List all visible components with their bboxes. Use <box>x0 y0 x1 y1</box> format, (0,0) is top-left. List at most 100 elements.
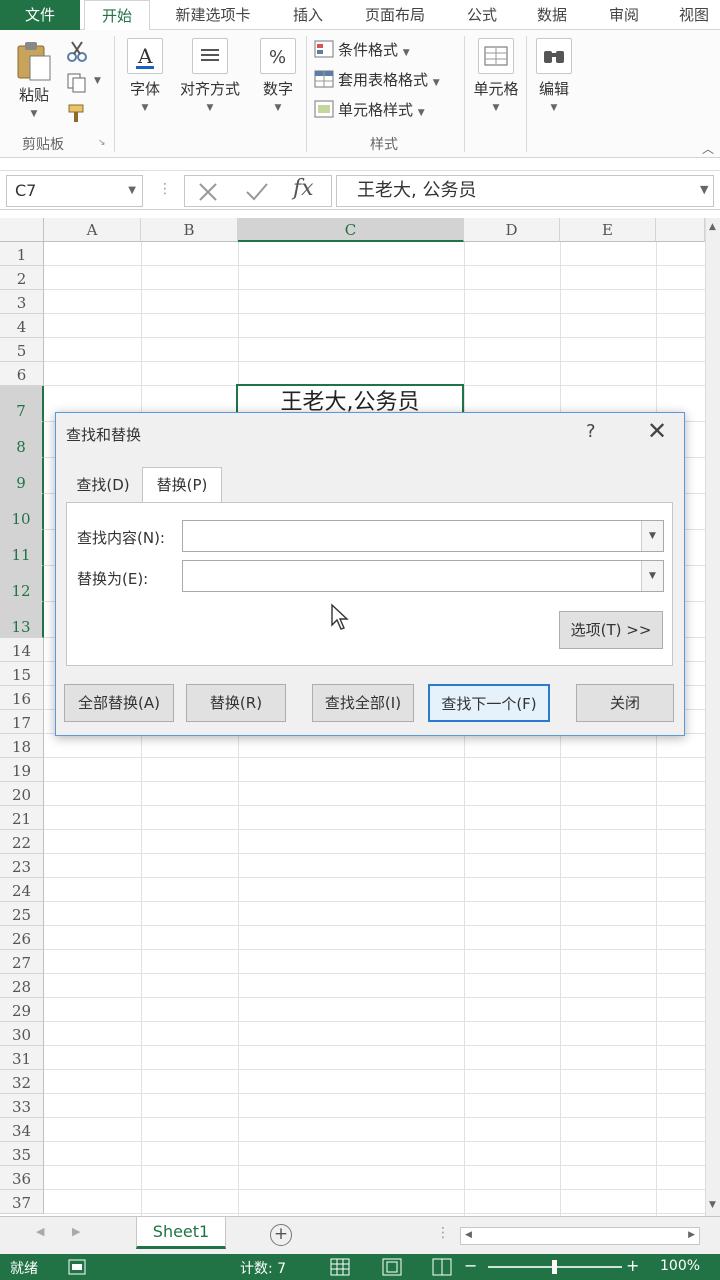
column-header-b[interactable]: B <box>141 218 238 242</box>
find-next-button[interactable]: 查找下一个(F) <box>428 684 550 722</box>
cells-button[interactable]: 单元格 ▼ <box>470 38 522 113</box>
name-box[interactable]: C7 ▼ <box>6 175 143 207</box>
format-painter-icon[interactable] <box>66 102 88 124</box>
scroll-down-icon[interactable]: ▼ <box>709 1200 716 1210</box>
check-icon[interactable] <box>245 181 269 203</box>
row-header[interactable]: 32 <box>0 1070 44 1094</box>
copy-icon[interactable] <box>66 72 88 94</box>
row-header[interactable]: 12 <box>0 566 44 602</box>
chevron-down-icon[interactable]: ▼ <box>641 521 663 551</box>
row-header[interactable]: 13 <box>0 602 44 638</box>
conditional-format-button[interactable]: 条件格式 ▼ <box>314 36 410 64</box>
paste-button[interactable]: 粘贴 ▼ <box>10 40 58 119</box>
sheet-tab-sheet1[interactable]: Sheet1 <box>136 1217 226 1249</box>
find-all-button[interactable]: 查找全部(I) <box>312 684 414 722</box>
chevron-down-icon[interactable]: ▼ <box>641 561 663 591</box>
scroll-up-icon[interactable]: ▲ <box>709 222 716 232</box>
editing-button[interactable]: 编辑 ▼ <box>532 38 576 113</box>
row-header[interactable]: 11 <box>0 530 44 566</box>
font-button[interactable]: A 字体 ▼ <box>122 38 168 113</box>
sheet-next-icon[interactable]: ▶ <box>72 1225 80 1238</box>
tab-file[interactable]: 文件 <box>0 0 80 30</box>
cancel-icon[interactable] <box>197 181 219 203</box>
row-header[interactable]: 1 <box>0 242 44 266</box>
close-button[interactable]: 关闭 <box>576 684 674 722</box>
number-button[interactable]: % 数字 ▼ <box>256 38 300 113</box>
close-icon[interactable]: ✕ <box>642 417 672 445</box>
zoom-slider-thumb[interactable] <box>552 1260 557 1274</box>
tab-page-layout[interactable]: 页面布局 <box>352 0 438 30</box>
tab-data[interactable]: 数据 <box>524 0 580 30</box>
select-all-corner[interactable] <box>0 218 44 242</box>
row-header[interactable]: 26 <box>0 926 44 950</box>
row-header[interactable]: 4 <box>0 314 44 338</box>
formula-input[interactable]: 王老大, 公务员 <box>336 175 714 207</box>
tab-formulas[interactable]: 公式 <box>454 0 510 30</box>
row-header[interactable]: 30 <box>0 1022 44 1046</box>
row-header[interactable]: 6 <box>0 362 44 386</box>
tab-home[interactable]: 开始 <box>84 0 150 31</box>
row-header[interactable]: 34 <box>0 1118 44 1142</box>
tab-new[interactable]: 新建选项卡 <box>160 0 266 30</box>
column-header-f[interactable] <box>656 218 705 242</box>
page-layout-view-icon[interactable] <box>382 1258 402 1276</box>
normal-view-icon[interactable] <box>330 1258 350 1276</box>
row-header[interactable]: 2 <box>0 266 44 290</box>
row-header[interactable]: 16 <box>0 686 44 710</box>
row-header[interactable]: 31 <box>0 1046 44 1070</box>
help-icon[interactable]: ? <box>586 421 596 442</box>
column-header-d[interactable]: D <box>464 218 560 242</box>
row-header[interactable]: 7 <box>0 386 44 422</box>
row-header[interactable]: 5 <box>0 338 44 362</box>
replace-button[interactable]: 替换(R) <box>186 684 286 722</box>
row-header[interactable]: 23 <box>0 854 44 878</box>
replace-with-input[interactable] <box>185 563 635 589</box>
row-header[interactable]: 35 <box>0 1142 44 1166</box>
row-header[interactable]: 8 <box>0 422 44 458</box>
row-header[interactable]: 10 <box>0 494 44 530</box>
row-header[interactable]: 27 <box>0 950 44 974</box>
options-button[interactable]: 选项(T) >> <box>559 611 663 649</box>
collapse-ribbon-icon[interactable]: ︿ <box>702 140 714 157</box>
vertical-scrollbar[interactable]: ▲ ▼ <box>705 218 720 1216</box>
tab-replace[interactable]: 替换(P) <box>142 467 222 503</box>
find-what-field[interactable]: ▼ <box>182 520 664 552</box>
replace-all-button[interactable]: 全部替换(A) <box>64 684 174 722</box>
row-header[interactable]: 19 <box>0 758 44 782</box>
alignment-button[interactable]: 对齐方式 ▼ <box>178 38 242 113</box>
row-header[interactable]: 15 <box>0 662 44 686</box>
replace-with-field[interactable]: ▼ <box>182 560 664 592</box>
row-header[interactable]: 17 <box>0 710 44 734</box>
column-header-a[interactable]: A <box>44 218 141 242</box>
format-as-table-button[interactable]: 套用表格格式 ▼ <box>314 66 440 94</box>
row-header[interactable]: 9 <box>0 458 44 494</box>
row-header[interactable]: 37 <box>0 1190 44 1214</box>
row-header[interactable]: 25 <box>0 902 44 926</box>
row-header[interactable]: 28 <box>0 974 44 998</box>
column-header-c[interactable]: C <box>238 218 464 242</box>
row-header[interactable]: 29 <box>0 998 44 1022</box>
zoom-in-icon[interactable]: + <box>626 1256 639 1275</box>
tab-view[interactable]: 视图 <box>668 0 720 30</box>
copy-dropdown-icon[interactable]: ▼ <box>94 76 101 86</box>
row-header[interactable]: 21 <box>0 806 44 830</box>
scroll-left-icon[interactable]: ◀ <box>465 1230 472 1240</box>
page-break-view-icon[interactable] <box>432 1258 452 1276</box>
add-sheet-icon[interactable]: + <box>270 1224 292 1246</box>
cell-styles-button[interactable]: 单元格样式 ▼ <box>314 96 425 124</box>
find-what-input[interactable] <box>185 523 635 549</box>
cut-icon[interactable] <box>66 40 88 62</box>
dialog-launcher-icon[interactable]: ↘ <box>98 138 106 148</box>
row-header[interactable]: 18 <box>0 734 44 758</box>
zoom-out-icon[interactable]: − <box>464 1256 477 1275</box>
row-header[interactable]: 20 <box>0 782 44 806</box>
tab-insert[interactable]: 插入 <box>280 0 336 30</box>
horizontal-scrollbar[interactable]: ◀ ▶ <box>460 1227 700 1245</box>
splitter-icon[interactable]: ⋮ <box>436 1225 450 1241</box>
row-header[interactable]: 14 <box>0 638 44 662</box>
scroll-right-icon[interactable]: ▶ <box>688 1230 695 1240</box>
row-header[interactable]: 33 <box>0 1094 44 1118</box>
row-header[interactable]: 3 <box>0 290 44 314</box>
column-header-e[interactable]: E <box>560 218 656 242</box>
row-header[interactable]: 24 <box>0 878 44 902</box>
